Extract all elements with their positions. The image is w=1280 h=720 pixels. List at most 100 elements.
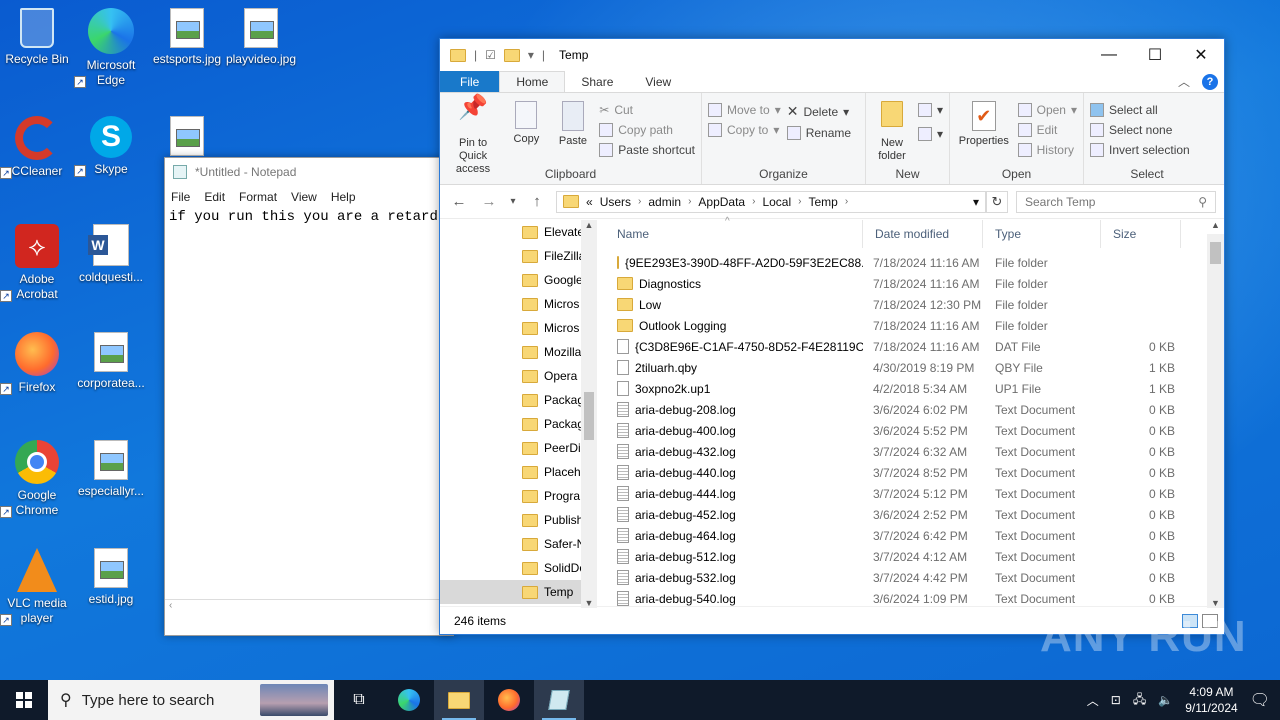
file-row[interactable]: aria-debug-432.log 3/7/2024 6:32 AM Text D… xyxy=(605,441,1206,462)
new-item-button[interactable]: ▾ xyxy=(917,103,943,117)
file-row[interactable]: aria-debug-532.log 3/7/2024 4:42 PM Text D… xyxy=(605,567,1206,588)
file-row[interactable]: {C3D8E96E-C1AF-4750-8D52-F4E28119C1... 7/… xyxy=(605,336,1206,357)
paste-shortcut-button[interactable]: Paste shortcut xyxy=(599,143,695,157)
device-icon[interactable]: ⊡ xyxy=(1111,693,1121,707)
history-button[interactable]: History xyxy=(1017,143,1077,157)
file-row[interactable]: Low 7/18/2024 12:30 PM File folder xyxy=(605,294,1206,315)
column-size[interactable]: Size xyxy=(1101,220,1181,248)
maximize-button[interactable]: ☐ xyxy=(1132,39,1178,71)
nav-item[interactable]: PeerDis xyxy=(440,436,597,460)
start-button[interactable] xyxy=(0,680,48,720)
delete-button[interactable]: ✕ Delete ▾ xyxy=(787,103,851,120)
search-input[interactable]: Search Temp ⚲ xyxy=(1016,190,1216,213)
desktop-icon-ccleaner[interactable]: ↗ CCleaner xyxy=(0,116,74,179)
notepad-menu-edit[interactable]: Edit xyxy=(204,190,225,204)
desktop-icon-google-chrome[interactable]: ↗ Google Chrome xyxy=(0,440,74,518)
notepad-window[interactable]: *Untitled - Notepad File Edit Format Vie… xyxy=(164,157,454,636)
column-type[interactable]: Type xyxy=(983,220,1101,248)
customize-dropdown-icon[interactable]: ▾ xyxy=(528,48,534,62)
tab-file[interactable]: File xyxy=(440,71,500,92)
tab-view[interactable]: View xyxy=(629,71,687,92)
nav-item[interactable]: FileZilla xyxy=(440,244,597,268)
breadcrumb-appdata[interactable]: AppData xyxy=(698,195,745,209)
copy-path-button[interactable]: Copy path xyxy=(599,123,695,137)
scroll-thumb[interactable] xyxy=(584,392,594,440)
file-list[interactable]: {9EE293E3-390D-48FF-A2D0-59F3E2EC88... 7/… xyxy=(605,252,1206,608)
nav-item[interactable]: Elevate xyxy=(440,220,597,244)
open-button[interactable]: Open ▾ xyxy=(1017,103,1077,117)
close-button[interactable]: ✕ xyxy=(1178,39,1224,71)
minimize-button[interactable]: — xyxy=(1086,39,1132,71)
notepad-text-area[interactable]: if you run this you are a retard l xyxy=(165,208,453,226)
new-folder-icon[interactable] xyxy=(503,48,520,62)
desktop-icon-firefox[interactable]: ↗ Firefox xyxy=(0,332,74,395)
nav-item[interactable]: Micros xyxy=(440,292,597,316)
taskbar-firefox-button[interactable] xyxy=(484,680,534,720)
desktop-icon-coldquesti-doc[interactable]: Wcoldquesti... xyxy=(74,224,148,285)
notepad-titlebar[interactable]: *Untitled - Notepad xyxy=(165,158,453,186)
desktop-icon-estid-jpg[interactable]: estid.jpg xyxy=(74,548,148,607)
file-row[interactable]: Outlook Logging 7/18/2024 11:16 AM File fo… xyxy=(605,315,1206,336)
navigation-pane[interactable]: Elevate FileZilla Google Micros Micros Mozill… xyxy=(440,220,597,608)
nav-item[interactable]: Packag xyxy=(440,412,597,436)
taskbar-notepad-button[interactable] xyxy=(534,680,584,720)
breadcrumb-temp[interactable]: Temp xyxy=(808,195,837,209)
taskbar-file-explorer-button[interactable] xyxy=(434,680,484,720)
notifications-icon[interactable]: 🗨 xyxy=(1250,690,1270,710)
column-name[interactable]: Name ^ xyxy=(605,216,863,248)
select-none-button[interactable]: Select none xyxy=(1090,123,1190,137)
nav-item[interactable]: Packag xyxy=(440,388,597,412)
select-all-button[interactable]: Select all xyxy=(1090,103,1190,117)
file-explorer-window[interactable]: | ☑ ▾ | Temp — ☐ ✕ File Home Share View … xyxy=(439,38,1225,635)
scroll-up-arrow-icon[interactable]: ▲ xyxy=(1207,220,1224,230)
help-icon[interactable]: ? xyxy=(1202,73,1218,90)
nav-item[interactable]: Opera xyxy=(440,364,597,388)
up-arrow-icon[interactable]: ↑ xyxy=(526,193,548,210)
column-date-modified[interactable]: Date modified xyxy=(863,220,983,248)
nav-item[interactable]: Safer-N xyxy=(440,532,597,556)
scroll-up-arrow-icon[interactable]: ▲ xyxy=(581,220,597,230)
network-icon[interactable]: 🖧 xyxy=(1133,690,1146,711)
nav-item[interactable]: Mozilla xyxy=(440,340,597,364)
nav-item[interactable]: Temp xyxy=(440,580,597,604)
show-hidden-icons-chevron-icon[interactable]: ︿ xyxy=(1087,692,1099,709)
notepad-menu-file[interactable]: File xyxy=(171,190,190,204)
file-row[interactable]: {9EE293E3-390D-48FF-A2D0-59F3E2EC88... 7/… xyxy=(605,252,1206,273)
invert-selection-button[interactable]: Invert selection xyxy=(1090,143,1190,157)
file-list-scrollbar[interactable]: ▲ ▼ xyxy=(1207,220,1224,608)
desktop-icon-recycle-bin[interactable]: Recycle Bin xyxy=(0,8,74,67)
notepad-horizontal-scrollbar[interactable]: ‹ xyxy=(165,599,453,613)
edit-button[interactable]: Edit xyxy=(1017,123,1077,137)
notepad-menu-view[interactable]: View xyxy=(291,190,317,204)
explorer-titlebar[interactable]: | ☑ ▾ | Temp — ☐ ✕ xyxy=(440,39,1224,71)
file-row[interactable]: aria-debug-440.log 3/7/2024 8:52 PM Text D… xyxy=(605,462,1206,483)
notepad-menu-help[interactable]: Help xyxy=(331,190,356,204)
properties-check-icon[interactable]: ☑ xyxy=(485,48,496,62)
desktop-icon-especiallyr-file[interactable]: especiallyr... xyxy=(74,440,148,499)
nav-item[interactable]: Google xyxy=(440,268,597,292)
file-row[interactable]: aria-debug-444.log 3/7/2024 5:12 PM Text D… xyxy=(605,483,1206,504)
nav-item[interactable]: Publish xyxy=(440,508,597,532)
file-row[interactable]: aria-debug-540.log 3/6/2024 1:09 PM Text D… xyxy=(605,588,1206,608)
desktop-icon-playvideo-jpg[interactable]: playvideo.jpg xyxy=(224,8,298,67)
desktop-icon-vlc-media-player[interactable]: ↗ VLC media player xyxy=(0,548,74,626)
file-row[interactable]: aria-debug-452.log 3/6/2024 2:52 PM Text D… xyxy=(605,504,1206,525)
file-row[interactable]: aria-debug-400.log 3/6/2024 5:52 PM Text D… xyxy=(605,420,1206,441)
breadcrumb-admin[interactable]: admin xyxy=(648,195,681,209)
copy-to-button[interactable]: Copy to ▾ xyxy=(708,123,781,137)
taskbar-search-box[interactable]: ⚲ Type here to search xyxy=(48,680,334,720)
nav-item[interactable]: Progra xyxy=(440,484,597,508)
forward-arrow-icon[interactable]: → xyxy=(478,193,500,210)
navigation-pane-scrollbar[interactable]: ▲ ▼ xyxy=(581,220,597,608)
scroll-thumb[interactable] xyxy=(1210,242,1221,264)
desktop-icon-skype[interactable]: ↗ S Skype xyxy=(74,116,148,177)
task-view-button[interactable]: ⧉ xyxy=(334,680,384,720)
nav-item[interactable]: SolidDo xyxy=(440,556,597,580)
volume-icon[interactable]: 🔈 xyxy=(1158,693,1173,707)
nav-item[interactable]: Placeh xyxy=(440,460,597,484)
tab-home[interactable]: Home xyxy=(499,71,566,92)
easy-access-button[interactable]: ▾ xyxy=(917,127,943,141)
recent-locations-chevron-icon[interactable]: ▾ xyxy=(508,196,518,207)
file-row[interactable]: aria-debug-464.log 3/7/2024 6:42 PM Text D… xyxy=(605,525,1206,546)
taskbar-edge-button[interactable] xyxy=(384,680,434,720)
